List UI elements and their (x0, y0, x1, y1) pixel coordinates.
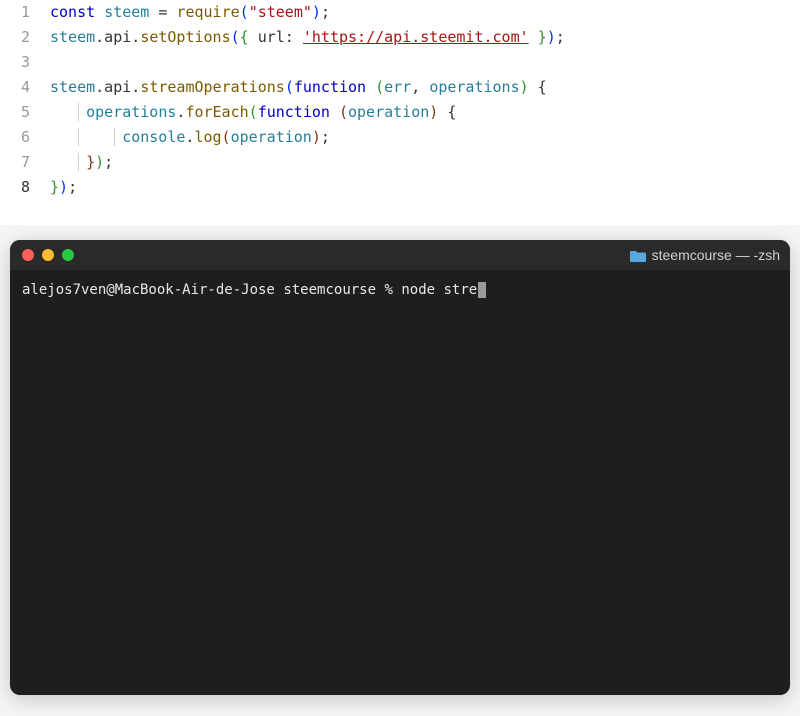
line-number: 4 (0, 75, 50, 100)
line-number: 5 (0, 100, 50, 125)
prompt-char: % (384, 282, 392, 298)
terminal-window[interactable]: steemcourse — -zsh alejos7ven@MacBook-Ai… (10, 240, 790, 695)
line-number: 3 (0, 50, 50, 75)
folder-icon (630, 249, 646, 262)
traffic-lights (22, 249, 74, 261)
prompt-path: steemcourse (283, 282, 376, 298)
terminal-body[interactable]: alejos7ven@MacBook-Air-de-Jose steemcour… (10, 270, 790, 310)
maximize-icon[interactable] (62, 249, 74, 261)
code-content: const steem = require("steem"); (50, 0, 330, 25)
code-editor[interactable]: 1 const steem = require("steem"); 2 stee… (0, 0, 800, 225)
cursor-icon (478, 282, 486, 298)
code-content: steem.api.setOptions({ url: 'https://api… (50, 25, 565, 50)
close-icon[interactable] (22, 249, 34, 261)
line-number: 7 (0, 150, 50, 175)
minimize-icon[interactable] (42, 249, 54, 261)
line-number: 8 (0, 175, 50, 200)
terminal-command: node stre (401, 282, 477, 298)
code-content: operations.forEach(function (operation) … (50, 100, 456, 125)
terminal-title: steemcourse — -zsh (630, 247, 780, 263)
line-number: 2 (0, 25, 50, 50)
line-number: 6 (0, 125, 50, 150)
code-content: }); (50, 150, 113, 175)
terminal-titlebar[interactable]: steemcourse — -zsh (10, 240, 790, 270)
code-content: console.log(operation); (50, 125, 330, 150)
code-content: }); (50, 175, 77, 200)
prompt-user: alejos7ven@MacBook-Air-de-Jose (22, 282, 275, 298)
line-number: 1 (0, 0, 50, 25)
code-content: steem.api.streamOperations(function (err… (50, 75, 547, 100)
